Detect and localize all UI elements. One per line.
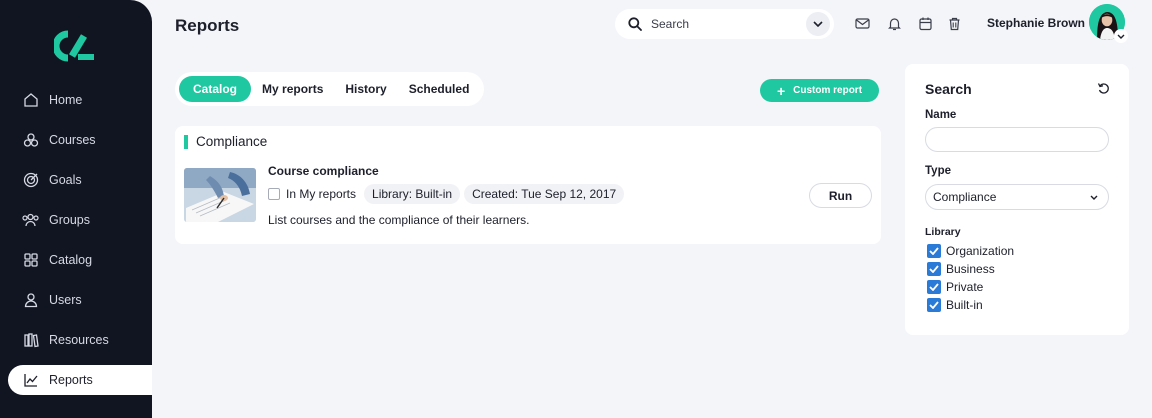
report-tabs: Catalog My reports History Scheduled <box>175 72 485 106</box>
search-icon <box>628 17 642 31</box>
panel-title: Search <box>925 81 972 97</box>
document-signing-image-icon <box>184 168 256 222</box>
name-input[interactable] <box>925 127 1109 152</box>
account-menu-button[interactable] <box>1114 29 1128 43</box>
in-my-reports-label[interactable]: In My reports <box>286 187 356 201</box>
custom-report-label: Custom report <box>793 85 863 96</box>
reset-icon[interactable] <box>1097 82 1110 95</box>
user-icon <box>22 292 39 309</box>
chevron-down-icon <box>813 21 823 27</box>
sidebar-item-catalog[interactable]: Catalog <box>0 245 152 275</box>
type-select[interactable]: Compliance <box>925 184 1109 210</box>
sidebar-item-goals[interactable]: Goals <box>0 165 152 195</box>
sidebar-item-resources[interactable]: Resources <box>0 325 152 355</box>
tab-catalog[interactable]: Catalog <box>179 76 252 102</box>
sidebar-item-courses[interactable]: Courses <box>0 125 152 155</box>
sidebar-item-groups[interactable]: Groups <box>0 205 152 235</box>
library-option-private[interactable]: Private <box>927 280 983 294</box>
sidebar: Home Courses Goals Groups Catalog Users … <box>0 0 152 418</box>
library-label: Library <box>925 226 961 238</box>
mail-icon[interactable] <box>855 16 870 31</box>
search-dropdown-button[interactable] <box>806 12 830 36</box>
name-label: Name <box>925 109 957 121</box>
type-label: Type <box>925 165 951 177</box>
library-option-built-in[interactable]: Built-in <box>927 298 983 312</box>
library-option-label: Organization <box>946 244 1015 258</box>
report-meta: In My reports Library: Built-in Created:… <box>268 184 625 204</box>
sidebar-item-home[interactable]: Home <box>0 85 152 115</box>
tab-history[interactable]: History <box>334 76 397 102</box>
check-icon <box>929 247 939 255</box>
search-filter-panel: Search Name Type Compliance Library Orga… <box>905 64 1129 335</box>
in-my-reports-checkbox[interactable] <box>268 188 280 200</box>
check-icon <box>929 265 939 273</box>
sidebar-item-label: Home <box>49 93 83 107</box>
chart-icon <box>22 372 39 389</box>
brand-logo-icon[interactable] <box>54 30 98 62</box>
grid-icon <box>22 252 39 269</box>
trash-icon[interactable] <box>947 16 962 31</box>
calendar-icon[interactable] <box>918 16 933 31</box>
sidebar-nav: Home Courses Goals Groups Catalog Users … <box>0 85 152 405</box>
plus-icon: + <box>776 82 786 99</box>
sidebar-item-label: Groups <box>49 213 90 227</box>
tab-my-reports[interactable]: My reports <box>251 76 334 102</box>
library-option-organization[interactable]: Organization <box>927 244 1014 258</box>
report-description: List courses and the compliance of their… <box>268 213 530 227</box>
target-icon <box>22 172 39 189</box>
books-icon <box>22 332 39 349</box>
report-thumbnail <box>184 168 256 222</box>
courses-icon <box>22 132 39 149</box>
library-option-business[interactable]: Business <box>927 262 995 276</box>
custom-report-button[interactable]: + Custom report <box>760 79 879 102</box>
library-option-label: Private <box>946 280 984 294</box>
sidebar-item-label: Goals <box>49 173 82 187</box>
sidebar-item-label: Reports <box>49 373 93 387</box>
check-icon <box>929 283 939 291</box>
checkbox-checked[interactable] <box>927 280 941 294</box>
check-icon <box>929 301 939 309</box>
sidebar-item-label: Catalog <box>49 253 93 267</box>
global-search-box[interactable]: Search <box>615 9 834 39</box>
checkbox-checked[interactable] <box>927 244 941 258</box>
sidebar-item-label: Users <box>49 293 82 307</box>
sidebar-item-label: Resources <box>49 333 109 347</box>
user-name[interactable]: Stephanie Brown <box>987 16 1085 30</box>
bell-icon[interactable] <box>887 16 902 31</box>
created-badge: Created: Tue Sep 12, 2017 <box>464 184 625 204</box>
report-title[interactable]: Course compliance <box>268 164 379 178</box>
library-badge: Library: Built-in <box>364 184 461 204</box>
groups-icon <box>22 212 39 229</box>
tab-scheduled[interactable]: Scheduled <box>398 76 481 102</box>
library-option-label: Business <box>946 262 995 276</box>
chevron-down-icon <box>1117 34 1125 39</box>
sidebar-item-users[interactable]: Users <box>0 285 152 315</box>
report-section-card: Compliance Course compliance In My repor… <box>175 126 881 244</box>
search-input[interactable]: Search <box>651 17 806 31</box>
checkbox-checked[interactable] <box>927 298 941 312</box>
library-option-label: Built-in <box>946 298 983 312</box>
page-title: Reports <box>175 16 240 35</box>
chevron-down-icon <box>1090 195 1098 200</box>
checkbox-checked[interactable] <box>927 262 941 276</box>
type-select-value: Compliance <box>933 190 997 204</box>
home-icon <box>22 92 39 109</box>
sidebar-item-label: Courses <box>49 133 96 147</box>
sidebar-item-reports[interactable]: Reports <box>8 365 152 395</box>
run-button[interactable]: Run <box>809 183 872 208</box>
section-title: Compliance <box>184 135 267 149</box>
